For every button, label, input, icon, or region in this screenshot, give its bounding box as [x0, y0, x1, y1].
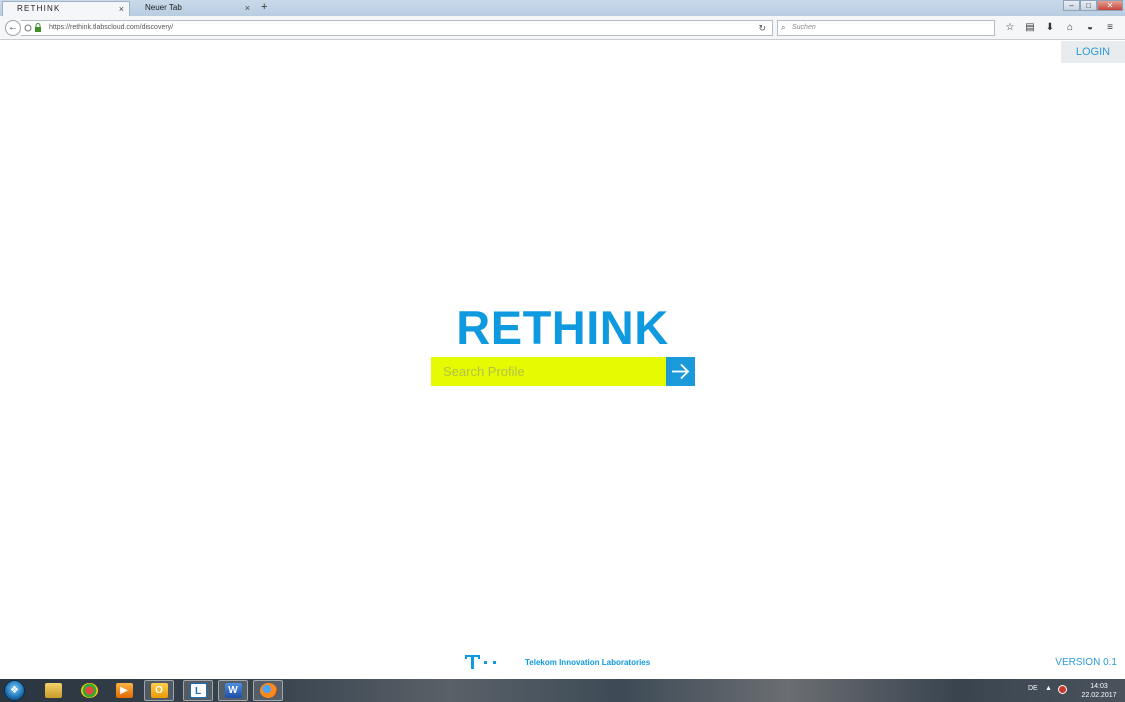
tab-label: RETHINK — [17, 4, 61, 13]
browser-nav-bar: ← https://rethink.tlabscloud.com/discove… — [0, 16, 1125, 40]
tab-close-icon[interactable]: × — [119, 2, 124, 16]
tab-close-icon[interactable]: × — [245, 1, 250, 15]
footer-org-name: Telekom Innovation Laboratories — [525, 658, 651, 667]
maximize-button[interactable]: □ — [1080, 0, 1097, 11]
search-icon: ⌕ — [781, 23, 786, 32]
tab-new-tab[interactable]: Neuer Tab × — [131, 1, 255, 16]
browser-search-bar[interactable]: ⌕ Suchen — [777, 20, 995, 36]
language-indicator[interactable]: DE — [1028, 684, 1038, 694]
site-identity-icon[interactable] — [24, 22, 46, 39]
system-clock[interactable]: 14:03 22.02.2017 — [1078, 682, 1120, 700]
windows-explorer-icon[interactable] — [38, 680, 68, 701]
back-button[interactable]: ← — [5, 20, 21, 36]
home-icon[interactable]: ⌂ — [1060, 20, 1080, 36]
lync-icon[interactable]: L — [183, 680, 213, 701]
search-submit-button[interactable] — [666, 357, 695, 386]
show-hidden-icons-icon[interactable]: ▲ — [1045, 684, 1052, 694]
search-profile-input[interactable] — [431, 357, 666, 386]
media-player-icon[interactable]: ▶ — [109, 680, 139, 701]
star-icon[interactable]: ☆ — [1000, 20, 1020, 36]
new-tab-button[interactable]: + — [261, 0, 267, 15]
pocket-icon[interactable]: ◒ — [1080, 20, 1100, 36]
window-controls: – □ ✕ — [1063, 0, 1123, 11]
version-label: VERSION 0.1 — [1055, 657, 1117, 668]
outlook-icon[interactable]: O — [144, 680, 174, 701]
minimize-button[interactable]: – — [1063, 0, 1080, 11]
page-title: RETHINK — [456, 301, 669, 354]
word-icon[interactable]: W — [218, 680, 248, 701]
paint-icon[interactable] — [74, 680, 104, 701]
reading-list-icon[interactable]: ▤ — [1020, 20, 1040, 36]
telekom-logo-icon — [465, 655, 496, 669]
profile-search — [431, 357, 695, 386]
firefox-icon[interactable] — [253, 680, 283, 701]
network-status-icon[interactable] — [1058, 685, 1067, 694]
browser-tab-strip: RETHINK × Neuer Tab × + – □ ✕ — [0, 0, 1125, 16]
clock-time: 14:03 — [1090, 683, 1108, 690]
search-placeholder: Suchen — [792, 24, 816, 31]
url-text[interactable]: https://rethink.tlabscloud.com/discovery… — [49, 21, 173, 35]
tab-rethink[interactable]: RETHINK × — [2, 1, 130, 16]
browser-toolbar-icons: ☆ ▤ ⬇ ⌂ ◒ ≡ — [1000, 20, 1120, 36]
tab-label: Neuer Tab — [145, 3, 182, 12]
close-window-button[interactable]: ✕ — [1097, 0, 1123, 11]
menu-icon[interactable]: ≡ — [1100, 20, 1120, 36]
login-button[interactable]: LOGIN — [1061, 41, 1125, 63]
clock-date: 22.02.2017 — [1081, 692, 1117, 699]
start-button[interactable]: ❖ — [4, 680, 25, 701]
taskbar: ❖ ▶ O L W — [0, 679, 1125, 702]
url-bar[interactable]: https://rethink.tlabscloud.com/discovery… — [21, 20, 773, 36]
reload-icon[interactable]: ↻ — [758, 21, 766, 35]
arrow-right-icon — [672, 363, 690, 380]
download-icon[interactable]: ⬇ — [1040, 20, 1060, 36]
windows-logo-icon: ❖ — [10, 685, 19, 696]
